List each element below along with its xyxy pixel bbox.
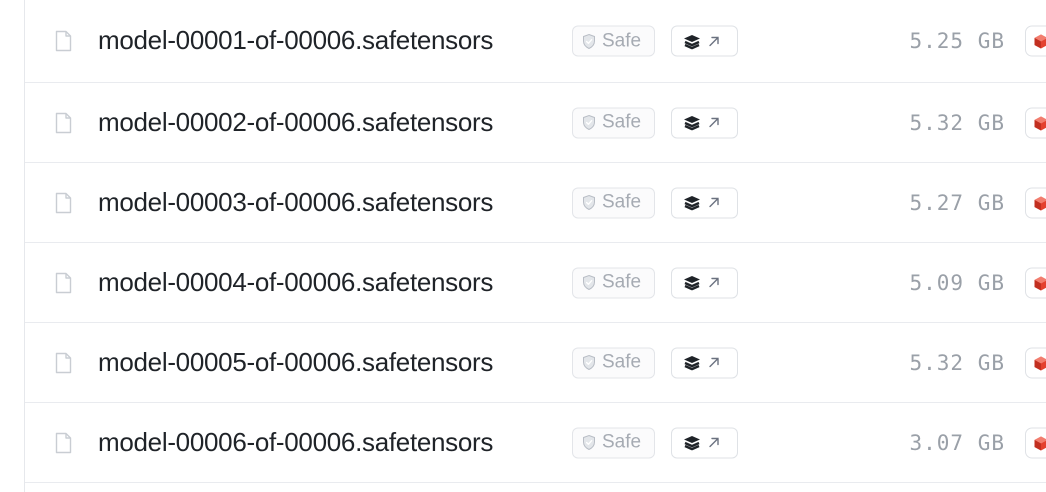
shield-icon [583,114,595,131]
safe-badge-label: Safe [602,431,642,453]
file-size: 5.27 GB [909,190,1005,215]
lfs-download-button[interactable] [1025,347,1046,378]
file-name-link[interactable]: model-00006-of-00006.safetensors [98,426,493,457]
file-name-link[interactable]: model-00004-of-00006.safetensors [98,266,493,297]
file-icon [55,112,72,133]
file-row: model-00002-of-00006.safetensors Safe 5.… [25,83,1046,163]
file-icon [55,30,72,52]
lfs-download-button[interactable] [1025,187,1046,218]
layers-icon [684,196,700,211]
safe-badge[interactable]: Safe [572,187,655,218]
safe-badge[interactable]: Safe [572,347,655,378]
lfs-cube-icon [1034,116,1046,130]
safe-badge[interactable]: Safe [572,25,655,57]
safe-badge-label: Safe [602,111,642,133]
shield-icon [583,354,595,371]
file-icon [55,272,72,293]
file-size: 5.09 GB [909,270,1005,295]
open-in-viewer-button[interactable] [671,427,738,458]
lfs-download-button[interactable] [1025,25,1046,57]
arrow-up-right-icon [709,117,719,128]
file-name-link[interactable]: model-00001-of-00006.safetensors [98,25,493,56]
layers-icon [684,436,700,451]
file-row: model-00003-of-00006.safetensors Safe 5.… [25,163,1046,243]
file-name-link[interactable]: model-00002-of-00006.safetensors [98,106,493,137]
open-in-viewer-button[interactable] [671,107,738,138]
file-row: model-00006-of-00006.safetensors Safe 3.… [25,403,1046,483]
safe-badge-label: Safe [602,351,642,373]
file-size: 5.25 GB [909,29,1005,53]
open-in-viewer-button[interactable] [671,187,738,218]
lfs-cube-icon [1034,196,1046,210]
file-name-link[interactable]: model-00005-of-00006.safetensors [98,346,493,377]
file-icon [55,192,72,213]
file-icon [55,432,72,453]
open-in-viewer-button[interactable] [671,25,738,57]
file-size: 5.32 GB [909,110,1005,135]
layers-icon [684,356,700,371]
lfs-download-button[interactable] [1025,427,1046,458]
safe-badge-label: Safe [602,271,642,293]
layers-icon [684,34,700,49]
lfs-cube-icon [1034,34,1046,49]
shield-icon [583,194,595,211]
safe-badge[interactable]: Safe [572,267,655,298]
arrow-up-right-icon [709,197,719,208]
file-row: model-00001-of-00006.safetensors Safe 5.… [25,0,1046,83]
file-list: model-00001-of-00006.safetensors Safe 5.… [24,0,1046,492]
arrow-up-right-icon [709,36,719,46]
safe-badge[interactable]: Safe [572,107,655,138]
safe-badge-label: Safe [602,30,642,51]
file-row: model-00005-of-00006.safetensors Safe 5.… [25,323,1046,403]
lfs-download-button[interactable] [1025,107,1046,138]
shield-icon [583,33,595,49]
safe-badge[interactable]: Safe [572,427,655,458]
lfs-cube-icon [1034,276,1046,290]
open-in-viewer-button[interactable] [671,267,738,298]
safe-badge-label: Safe [602,191,642,213]
file-size: 5.32 GB [909,350,1005,375]
shield-icon [583,434,595,451]
file-icon [55,352,72,373]
file-size: 3.07 GB [909,430,1005,455]
arrow-up-right-icon [709,437,719,448]
layers-icon [684,276,700,291]
file-name-link[interactable]: model-00003-of-00006.safetensors [98,186,493,217]
shield-icon [583,274,595,291]
arrow-up-right-icon [709,357,719,368]
layers-icon [684,116,700,131]
file-row: model-00004-of-00006.safetensors Safe 5.… [25,243,1046,323]
lfs-download-button[interactable] [1025,267,1046,298]
lfs-cube-icon [1034,436,1046,450]
arrow-up-right-icon [709,277,719,288]
lfs-cube-icon [1034,356,1046,370]
open-in-viewer-button[interactable] [671,347,738,378]
